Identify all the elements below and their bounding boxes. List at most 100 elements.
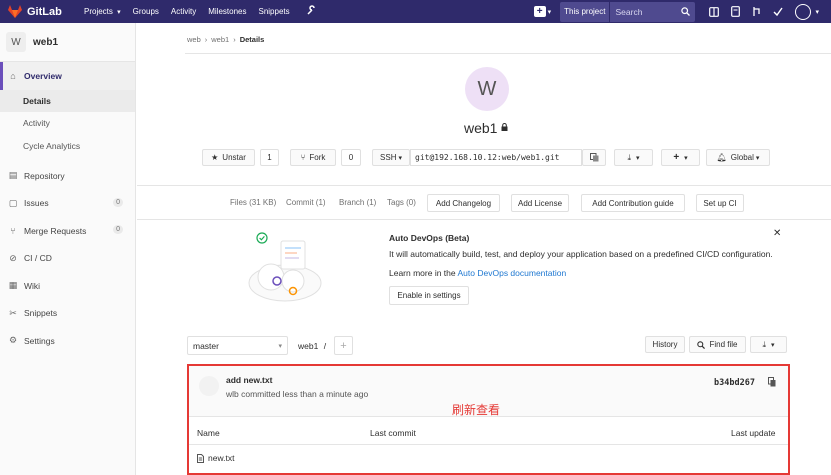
commits-stat-link[interactable]: Commit (1) <box>286 198 326 207</box>
star-count[interactable]: 1 <box>260 149 279 166</box>
highlight-box <box>187 364 790 475</box>
bell-icon: 🔔︎ <box>716 153 727 162</box>
copy-url-button[interactable] <box>582 149 606 166</box>
notification-dropdown[interactable]: 🔔︎ Global ▾ <box>706 149 770 166</box>
sidebar-subitem-details[interactable]: Details <box>0 89 135 112</box>
new-plus-icon[interactable]: + <box>533 6 546 17</box>
chevron-down-icon: ▾ <box>278 342 282 350</box>
repo-path: web1 / <box>298 341 326 351</box>
sidebar-item-merge-requests[interactable]: ⑂ Merge Requests 0 <box>0 217 135 245</box>
sidebar-project-name: web1 <box>33 36 59 48</box>
book-icon: ▤ <box>8 170 18 181</box>
project-avatar-large: W <box>465 67 509 111</box>
enable-in-settings-button[interactable]: Enable in settings <box>389 286 469 305</box>
download-dropdown[interactable]: ⤓ ▾ <box>614 149 653 166</box>
breadcrumb-current: Details <box>239 35 265 44</box>
gitlab-home-link[interactable]: GitLab <box>8 5 78 18</box>
brand-name: GitLab <box>27 5 62 18</box>
merge-request-icon[interactable] <box>752 6 761 17</box>
breadcrumb-group-link[interactable]: web <box>187 35 201 44</box>
home-icon: ⌂ <box>10 70 16 81</box>
chevron-down-icon[interactable]: ▾ <box>548 8 552 16</box>
sidebar-item-snippets[interactable]: ✂ Snippets <box>0 300 135 328</box>
sidebar-subitem-cycle-analytics[interactable]: Cycle Analytics <box>0 135 135 158</box>
close-icon[interactable]: ✕ <box>773 228 781 239</box>
fork-count[interactable]: 0 <box>341 149 361 166</box>
sidebar-item-wiki[interactable]: ▦ Wiki <box>0 272 135 300</box>
find-file-label: Find file <box>709 340 738 349</box>
rocket-icon: ⊘ <box>9 252 17 263</box>
sidebar-item-label: Snippets <box>24 308 58 319</box>
protocol-label: SSH <box>380 153 397 162</box>
path-separator: / <box>323 341 327 351</box>
search-input[interactable]: Search <box>609 1 696 22</box>
add-license-button[interactable]: Add License <box>511 194 569 212</box>
fork-button[interactable]: ⑂ Fork <box>290 149 336 166</box>
nav-activity[interactable]: Activity <box>171 7 196 16</box>
project-avatar: W <box>6 32 26 52</box>
search-icon <box>681 7 691 16</box>
learn-more-prefix: Learn more in the <box>389 268 458 278</box>
history-button[interactable]: History <box>645 336 685 353</box>
user-avatar[interactable] <box>795 3 812 20</box>
scissors-icon: ✂ <box>9 307 17 318</box>
gitlab-logo-icon <box>8 5 22 18</box>
sidebar-item-ci-cd[interactable]: ⊘ CI / CD <box>0 245 135 273</box>
files-stat-link[interactable]: Files (31 KB) <box>230 198 276 207</box>
sidebar-item-repository[interactable]: ▤ Repository <box>0 162 135 190</box>
chevron-down-icon: ▾ <box>771 341 775 349</box>
chevron-right-icon: › <box>233 35 236 44</box>
branch-selector[interactable]: master ▾ <box>187 336 288 355</box>
sidebar-item-label: Issues <box>24 198 49 209</box>
admin-wrench-icon[interactable] <box>306 5 316 18</box>
nav-projects[interactable]: Projects ▾ <box>84 7 121 16</box>
clone-url-input[interactable]: git@192.168.10.12:web/web1.git <box>410 149 582 166</box>
tags-stat-link[interactable]: Tags (0) <box>387 198 416 207</box>
add-contribution-guide-button[interactable]: Add Contribution guide <box>581 194 685 212</box>
find-file-button[interactable]: Find file <box>689 336 746 353</box>
sidebar-item-label: Merge Requests <box>24 225 87 236</box>
nav-milestones[interactable]: Milestones <box>208 7 246 16</box>
merge-request-icon: ⑂ <box>10 225 16 236</box>
chevron-down-icon: ▾ <box>117 9 121 16</box>
issues-icon[interactable] <box>731 6 741 17</box>
download-dropdown[interactable]: ⤓ ▾ <box>750 336 787 353</box>
sidebar-subitem-activity[interactable]: Activity <box>0 112 135 135</box>
todo-check-icon[interactable] <box>773 7 784 17</box>
nav-snippets[interactable]: Snippets <box>258 7 289 16</box>
clone-protocol-dropdown[interactable]: SSH ▾ <box>372 149 410 166</box>
chevron-down-icon: ▾ <box>755 154 760 162</box>
issues-icon: ▢ <box>8 197 18 208</box>
add-to-tree-button[interactable]: + <box>334 336 353 355</box>
unstar-button[interactable]: ★ Unstar <box>202 149 255 166</box>
copy-icon <box>589 153 598 162</box>
top-navbar: GitLab Projects ▾ Groups Activity Milest… <box>0 0 831 23</box>
nav-groups[interactable]: Groups <box>133 7 159 16</box>
add-new-dropdown[interactable]: + ▾ <box>661 149 700 166</box>
fork-label: Fork <box>309 153 326 162</box>
sidebar-item-issues[interactable]: ▢ Issues 0 <box>0 190 135 218</box>
sidebar-item-overview[interactable]: ⌂ Overview <box>0 62 135 90</box>
chevron-down-icon[interactable]: ▾ <box>815 8 819 16</box>
set-up-ci-button[interactable]: Set up CI <box>696 194 744 212</box>
branches-stat-link[interactable]: Branch (1) <box>339 198 376 207</box>
todo-panel-icon[interactable] <box>709 6 720 17</box>
auto-devops-docs-link[interactable]: Auto DevOps documentation <box>458 268 567 278</box>
search-placeholder: Search <box>615 6 643 17</box>
fork-icon: ⑂ <box>300 153 306 162</box>
chevron-down-icon: ▾ <box>398 154 402 162</box>
sidebar-project-header[interactable]: W web1 <box>0 23 135 62</box>
auto-devops-illustration <box>248 232 322 302</box>
repo-path-link[interactable]: web1 <box>298 341 318 351</box>
sidebar-item-settings[interactable]: ⚙ Settings <box>0 327 135 355</box>
project-title: web1 <box>464 120 498 136</box>
add-changelog-button[interactable]: Add Changelog <box>427 194 500 212</box>
star-icon: ★ <box>211 153 219 162</box>
sidebar-item-label: CI / CD <box>24 253 52 264</box>
merge-requests-count-badge: 0 <box>113 225 123 234</box>
breadcrumb-project-link[interactable]: web1 <box>211 35 229 44</box>
gear-icon: ⚙ <box>8 335 18 346</box>
download-icon: ⤓ <box>762 339 767 349</box>
branch-name: master <box>193 340 219 351</box>
sidebar-item-label: Wiki <box>24 280 41 291</box>
